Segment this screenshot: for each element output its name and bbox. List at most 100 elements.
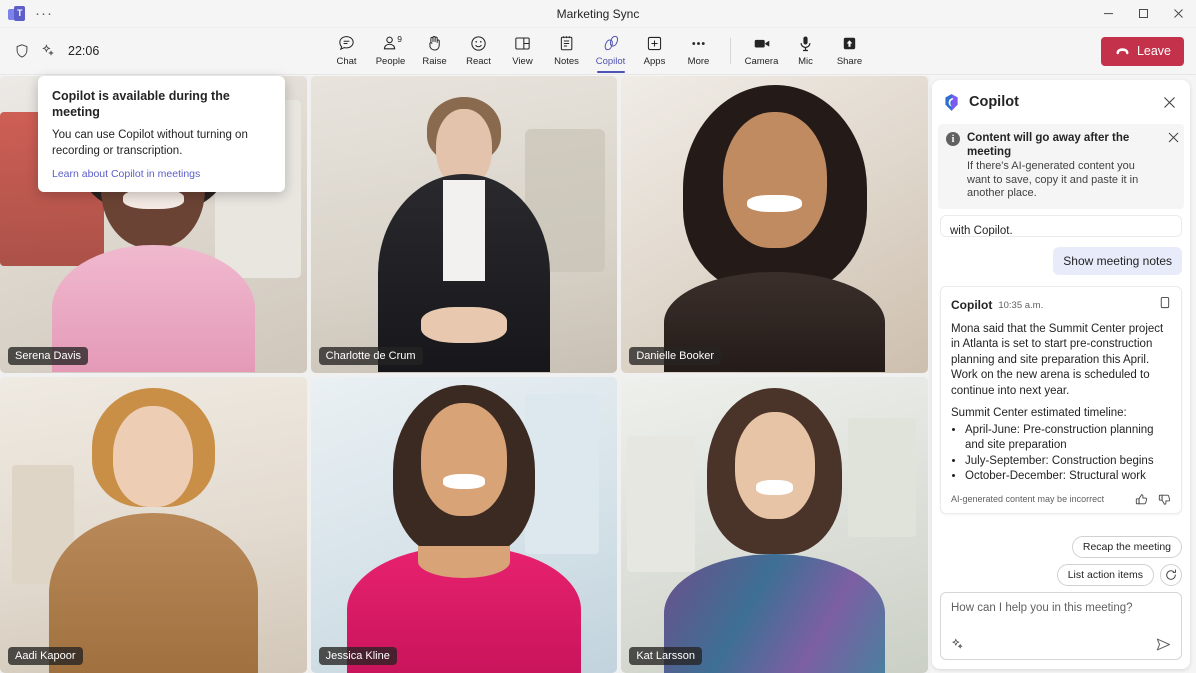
notes-icon xyxy=(557,33,576,54)
raise-hand-icon xyxy=(425,33,444,54)
toolbar-button-mic[interactable]: Mic xyxy=(784,30,828,73)
toolbar-label-chat: Chat xyxy=(336,55,357,67)
toolbar-divider xyxy=(729,38,731,64)
participant-name: Aadi Kapoor xyxy=(8,647,83,665)
copilot-response-author: Copilot xyxy=(951,298,993,312)
toolbar-label-view: View xyxy=(512,55,533,67)
callout-title: Copilot is available during the meeting xyxy=(52,89,230,119)
list-item: July-September: Construction begins xyxy=(965,454,1171,470)
ai-disclaimer: AI-generated content may be incorrect xyxy=(951,494,1105,504)
compose-toolbar xyxy=(950,636,1172,653)
toolbar-button-chat[interactable]: Chat xyxy=(325,30,369,73)
copilot-suggestions: Recap the meeting List action items xyxy=(932,530,1190,592)
toolbar-button-copilot[interactable]: Copilot xyxy=(589,30,633,73)
suggestion-chip-recap[interactable]: Recap the meeting xyxy=(1071,536,1182,558)
sparkle-icon[interactable] xyxy=(950,637,965,652)
react-smiley-icon xyxy=(469,33,488,54)
window-title: Marketing Sync xyxy=(556,6,640,21)
toolbar-label-mic: Mic xyxy=(798,55,813,67)
copilot-response-footer: AI-generated content may be incorrect xyxy=(951,493,1171,506)
participant-name: Charlotte de Crum xyxy=(318,346,423,365)
copilot-icon xyxy=(601,33,621,54)
people-icon: 9 xyxy=(381,33,402,54)
toolbar-label-people: People xyxy=(375,55,406,67)
toolbar-label-apps: Apps xyxy=(643,55,666,67)
meeting-toolbar: 22:06 Chat 9 People Raise React View Not… xyxy=(0,28,1196,75)
user-message: Show meeting notes xyxy=(1053,246,1182,275)
toolbar-button-people[interactable]: 9 People xyxy=(369,30,413,73)
participant-name: Jessica Kline xyxy=(318,647,397,665)
copilot-panel-header: Copilot xyxy=(932,80,1190,124)
callout-learn-more-link[interactable]: Learn about Copilot in meetings xyxy=(52,168,271,180)
copilot-input-placeholder: How can I help you in this meeting? xyxy=(951,602,1133,614)
chat-icon xyxy=(337,33,356,54)
toolbar-button-share[interactable]: Share xyxy=(828,30,872,73)
toolbar-label-more: More xyxy=(687,55,710,67)
video-tile[interactable]: Aadi Kapoor xyxy=(0,376,307,673)
toolbar-label-copilot: Copilot xyxy=(595,55,626,67)
toolbar-label-react: React xyxy=(466,55,491,67)
suggestion-row-1: Recap the meeting xyxy=(940,536,1182,558)
clipped-message-text: with Copilot. xyxy=(950,224,1013,237)
toolbar-button-camera[interactable]: Camera xyxy=(740,30,784,73)
copilot-panel: Copilot i Content will go away after the… xyxy=(932,80,1190,669)
copilot-banner-body: If there's AI-generated content you want… xyxy=(967,160,1139,199)
participant-name: Kat Larsson xyxy=(629,647,703,665)
copilot-conversation[interactable]: with Copilot. Show meeting notes Copilot… xyxy=(932,209,1190,531)
toolbar-button-raise[interactable]: Raise xyxy=(413,30,457,73)
view-layout-icon xyxy=(513,33,532,54)
toolbar-label-raise: Raise xyxy=(422,55,447,67)
copilot-panel-title: Copilot xyxy=(969,94,1019,110)
clipped-message: with Copilot. xyxy=(940,214,1182,237)
share-screen-icon xyxy=(840,33,859,54)
toolbar-button-notes[interactable]: Notes xyxy=(545,30,589,73)
copilot-banner-title: Content will go away after the meeting xyxy=(967,132,1130,158)
video-tile[interactable]: Danielle Booker xyxy=(621,76,928,373)
suggestion-chip-action-items[interactable]: List action items xyxy=(1056,564,1154,586)
toolbar-button-view[interactable]: View xyxy=(501,30,545,73)
thumbs-down-icon[interactable] xyxy=(1158,493,1171,506)
info-icon: i xyxy=(946,132,960,146)
banner-dismiss-icon[interactable] xyxy=(1168,130,1179,148)
list-item: April-June: Pre-construction planning an… xyxy=(965,423,1171,454)
toolbar-center-actions: Chat 9 People Raise React View Notes Cop… xyxy=(0,30,1196,73)
copilot-input-box[interactable]: How can I help you in this meeting? xyxy=(940,592,1182,660)
copilot-response-header: Copilot 10:35 a.m. xyxy=(951,296,1171,315)
list-item: October-December: Structural work xyxy=(965,469,1171,485)
people-count-badge: 9 xyxy=(397,33,402,44)
copy-icon[interactable] xyxy=(1158,296,1171,315)
participant-name: Danielle Booker xyxy=(629,346,721,365)
participant-name: Serena Davis xyxy=(8,346,89,365)
feedback-actions xyxy=(1135,493,1171,506)
copilot-response-card: Copilot 10:35 a.m. Mona said that the Su… xyxy=(940,285,1182,514)
copilot-teaching-callout: Copilot is available during the meeting … xyxy=(38,76,285,192)
copilot-compose-area: How can I help you in this meeting? xyxy=(932,592,1190,669)
camera-icon xyxy=(752,33,772,54)
apps-plus-icon xyxy=(645,33,664,54)
toolbar-button-more[interactable]: More xyxy=(677,30,721,73)
video-tile[interactable]: Kat Larsson xyxy=(621,376,928,673)
copilot-banner: i Content will go away after the meeting… xyxy=(938,124,1184,209)
toolbar-label-camera: Camera xyxy=(744,55,779,67)
copilot-close-icon[interactable] xyxy=(1156,89,1182,115)
copilot-response-list-title: Summit Center estimated timeline: xyxy=(951,407,1127,419)
copilot-logo-icon xyxy=(942,93,961,112)
toolbar-button-react[interactable]: React xyxy=(457,30,501,73)
video-tile[interactable]: Jessica Kline xyxy=(310,376,618,673)
microphone-icon xyxy=(796,33,815,54)
video-tile[interactable]: Charlotte de Crum xyxy=(310,76,618,373)
suggestion-row-2: List action items xyxy=(940,564,1182,586)
send-icon[interactable] xyxy=(1155,636,1172,653)
refresh-suggestions-icon[interactable] xyxy=(1160,564,1182,586)
toolbar-label-notes: Notes xyxy=(554,55,579,67)
toolbar-label-share: Share xyxy=(836,55,863,67)
thumbs-up-icon[interactable] xyxy=(1135,493,1148,506)
copilot-response-time: 10:35 a.m. xyxy=(998,299,1044,311)
callout-body: You can use Copilot without turning on r… xyxy=(52,129,248,157)
copilot-response-bullets: April-June: Pre-construction planning an… xyxy=(965,423,1171,485)
more-ellipsis-icon xyxy=(689,33,708,54)
toolbar-button-apps[interactable]: Apps xyxy=(633,30,677,73)
copilot-response-paragraph: Mona said that the Summit Center project… xyxy=(951,322,1164,397)
title-bar: T ··· Marketing Sync xyxy=(0,0,1196,28)
teams-meeting-window: T ··· Marketing Sync 22:06 Chat 9 People… xyxy=(0,0,1196,673)
